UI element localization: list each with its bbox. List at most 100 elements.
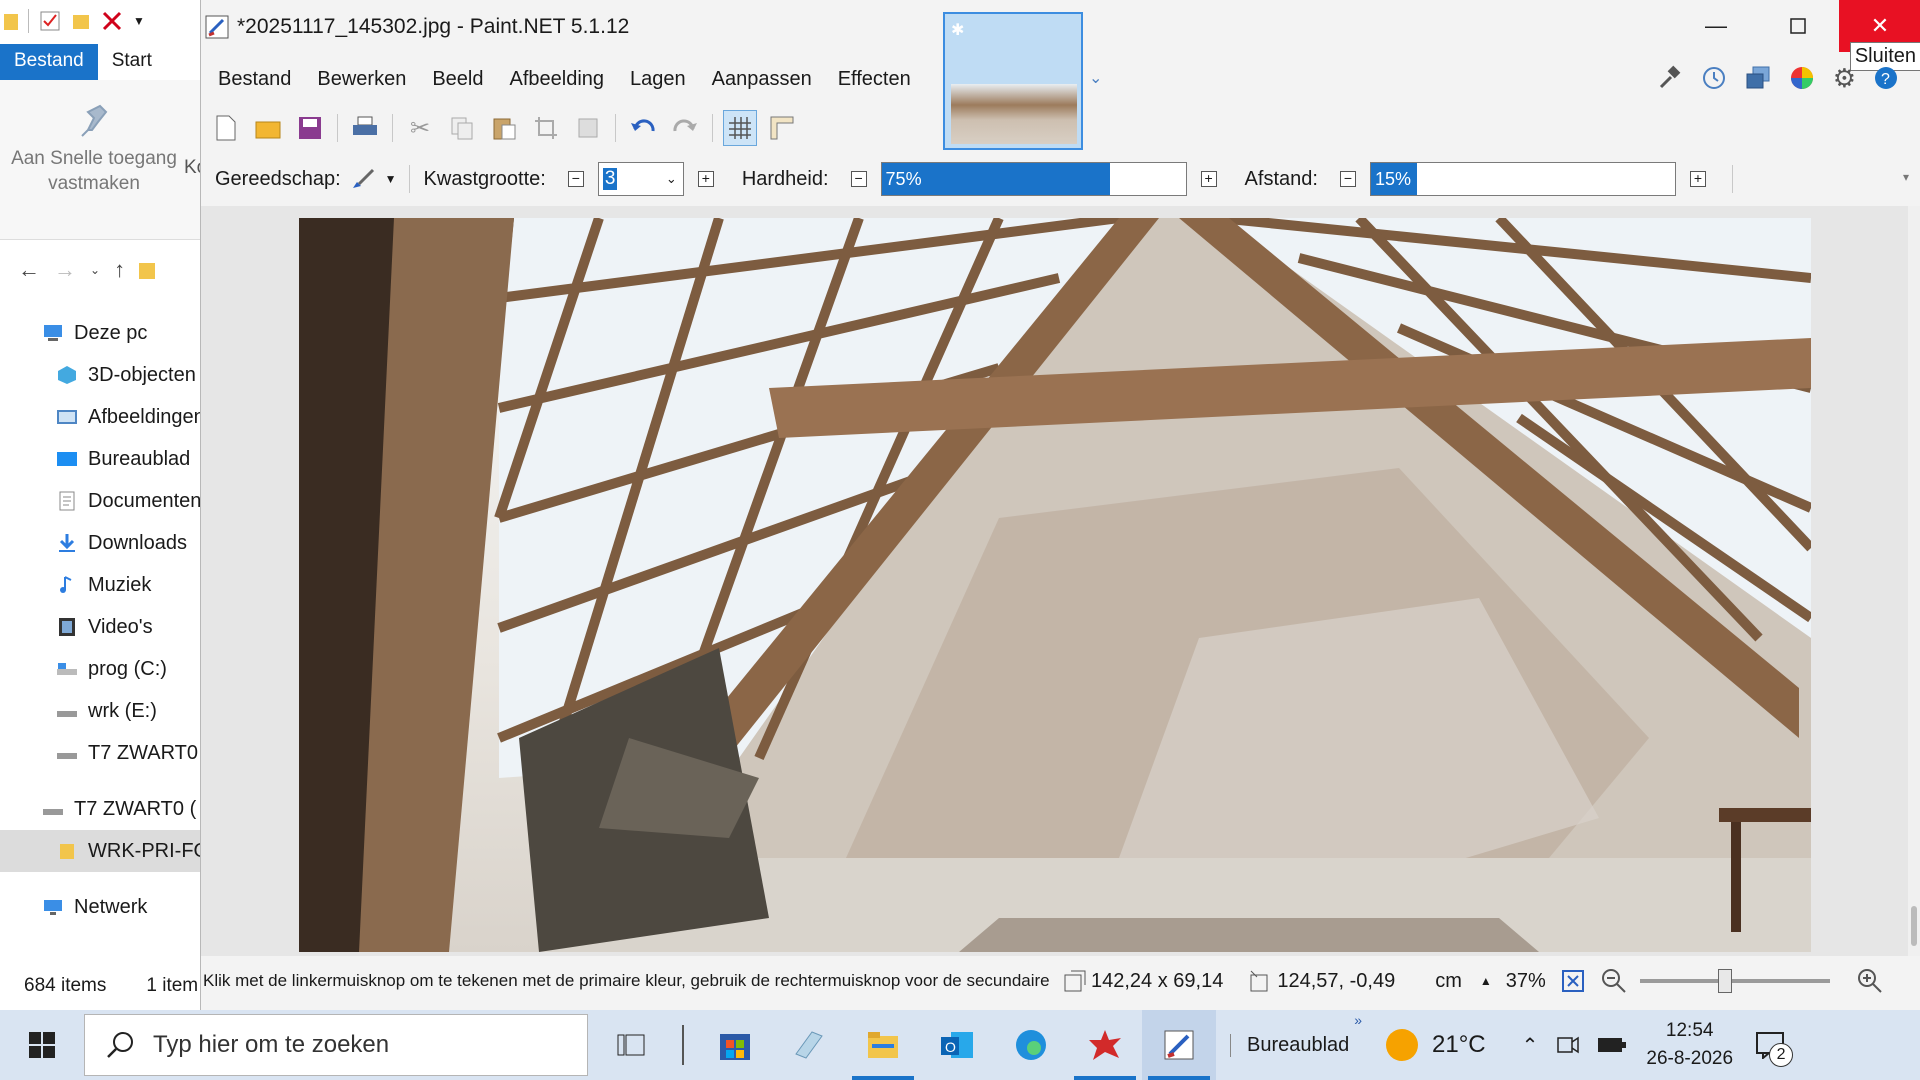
pin-to-quick-access-button[interactable]: Aan Snelle toegang vastmaken <box>0 100 188 196</box>
clock[interactable]: 12:54 26-8-2026 <box>1646 1017 1733 1073</box>
new-image-button[interactable] <box>209 110 243 146</box>
desktop-toolbar[interactable]: Bureaublad » <box>1230 1012 1372 1057</box>
tree-item-videos[interactable]: Video's <box>0 606 200 648</box>
layers-icon[interactable] <box>1745 65 1771 91</box>
taskbar-app-store[interactable] <box>698 1010 772 1080</box>
crop-button[interactable] <box>529 110 563 146</box>
menu-aanpassen[interactable]: Aanpassen <box>699 58 825 100</box>
battery-icon[interactable] <box>1596 1034 1628 1056</box>
hardness-decrease-button[interactable]: − <box>850 171 867 187</box>
brush-size-decrease-button[interactable]: − <box>567 171 584 187</box>
menu-lagen[interactable]: Lagen <box>617 58 699 100</box>
tree-item-downloads[interactable]: Downloads <box>0 522 200 564</box>
canvas-area[interactable] <box>201 206 1909 956</box>
tree-item-wrk-e[interactable]: wrk (E:) <box>0 690 200 732</box>
back-icon[interactable]: ← <box>18 257 40 283</box>
open-folder-icon <box>254 116 282 140</box>
pixel-grid-toggle[interactable] <box>723 110 757 146</box>
help-icon[interactable]: ? <box>1874 66 1898 90</box>
tree-item-t7-zwart0[interactable]: T7 ZWART0 <box>0 732 200 774</box>
tree-item-prog-c[interactable]: prog (C:) <box>0 648 200 690</box>
save-button[interactable] <box>293 110 327 146</box>
chevron-down-icon: ▼ <box>384 172 397 186</box>
paste-button[interactable] <box>487 110 521 146</box>
taskbar-app-outlook[interactable]: O <box>920 1010 994 1080</box>
image-list-chevron-icon[interactable]: ⌄ <box>1089 68 1102 88</box>
tree-item-netwerk[interactable]: Netwerk <box>0 886 200 928</box>
up-icon[interactable]: ↑ <box>114 257 125 283</box>
menu-afbeelding[interactable]: Afbeelding <box>496 58 617 100</box>
paintnet-app-icon[interactable] <box>205 15 229 39</box>
properties-icon[interactable] <box>39 10 61 32</box>
spacing-slider[interactable]: 15% <box>1369 162 1676 196</box>
tree-item-muziek[interactable]: Muziek <box>0 564 200 606</box>
tree-item-deze-pc[interactable]: Deze pc <box>0 312 200 354</box>
spacing-decrease-button[interactable]: − <box>1339 171 1356 187</box>
zoom-slider-knob[interactable] <box>1717 969 1732 993</box>
canvas-image[interactable] <box>299 218 1811 952</box>
redo-button[interactable] <box>668 110 702 146</box>
spacing-increase-button[interactable]: + <box>1689 171 1706 187</box>
recent-chevron-icon[interactable]: ⌄ <box>90 263 100 277</box>
print-button[interactable] <box>348 110 382 146</box>
taskbar-search-box[interactable]: Typ hier om te zoeken <box>84 1014 588 1076</box>
zoom-out-button[interactable] <box>1600 967 1628 995</box>
brush-size-combo[interactable]: 3 ⌄ <box>597 162 684 196</box>
tree-item-documenten[interactable]: Documenten <box>0 480 200 522</box>
copy-button[interactable] <box>445 110 479 146</box>
unit-selector[interactable]: cm ▲ <box>1435 970 1492 993</box>
file-explorer-window: ▼ Bestand Start Aan Snelle toegang vastm… <box>0 0 207 1010</box>
meet-now-icon[interactable] <box>1554 1032 1580 1058</box>
rulers-toggle[interactable] <box>765 110 799 146</box>
vertical-scrollbar[interactable] <box>1908 206 1920 956</box>
tree-item-3d-objecten[interactable]: 3D-objecten <box>0 354 200 396</box>
taskbar-app-red[interactable] <box>1068 1010 1142 1080</box>
chevron-up-icon[interactable]: ⌃ <box>1522 1033 1539 1058</box>
menu-effecten[interactable]: Effecten <box>825 58 924 100</box>
notification-center-button[interactable]: 2 <box>1755 1031 1794 1067</box>
maximize-button[interactable] <box>1757 0 1839 52</box>
tree-item-wrk-pri-fo[interactable]: WRK-PRI-FO <box>0 830 200 872</box>
tree-item-bureaublad[interactable]: Bureaublad <box>0 438 200 480</box>
chevron-down-icon[interactable]: ▼ <box>133 14 145 28</box>
scrollbar-thumb[interactable] <box>1911 906 1917 946</box>
zoom-slider[interactable] <box>1639 969 1830 993</box>
toolbar-expand-icon[interactable]: » <box>1354 1012 1362 1028</box>
taskbar-app-notes[interactable] <box>772 1010 846 1080</box>
zoom-in-button[interactable] <box>1856 967 1884 995</box>
hardness-increase-button[interactable]: + <box>1200 171 1217 187</box>
new-folder-icon[interactable] <box>71 10 91 32</box>
start-button[interactable] <box>0 1010 84 1080</box>
taskbar-app-file-explorer[interactable] <box>846 1010 920 1080</box>
task-view-button[interactable] <box>594 1010 668 1080</box>
menu-bewerken[interactable]: Bewerken <box>304 58 419 100</box>
tree-item-t7-zwart0-drive[interactable]: T7 ZWART0 ( <box>0 788 200 830</box>
folder-icon[interactable] <box>4 10 18 32</box>
taskbar-app-edge[interactable] <box>994 1010 1068 1080</box>
tab-bestand[interactable]: Bestand <box>0 44 98 80</box>
image-tab-thumbnail[interactable]: ✱ <box>943 12 1083 150</box>
open-button[interactable] <box>251 110 285 146</box>
menu-bestand[interactable]: Bestand <box>205 58 304 100</box>
tree-item-afbeeldingen[interactable]: Afbeeldingen <box>0 396 200 438</box>
tab-start[interactable]: Start <box>98 44 166 80</box>
forward-icon[interactable]: → <box>54 257 76 283</box>
save-icon <box>297 115 323 141</box>
deselect-button[interactable] <box>571 110 605 146</box>
history-icon[interactable] <box>1701 65 1727 91</box>
options-overflow-icon[interactable]: ▾ <box>1903 170 1909 184</box>
taskbar-app-paintnet[interactable] <box>1142 1010 1216 1080</box>
minimize-button[interactable]: — <box>1675 0 1757 52</box>
menu-beeld[interactable]: Beeld <box>419 58 496 100</box>
hardness-slider[interactable]: 75% <box>880 162 1187 196</box>
settings-gear-icon[interactable]: ⚙ <box>1833 63 1856 94</box>
weather-widget[interactable]: 21°C <box>1384 1027 1486 1063</box>
colors-icon[interactable] <box>1789 65 1815 91</box>
brush-size-increase-button[interactable]: + <box>697 171 714 187</box>
tools-hammer-icon[interactable] <box>1657 65 1683 91</box>
undo-button[interactable] <box>626 110 660 146</box>
cut-button[interactable]: ✂ <box>403 110 437 146</box>
delete-icon[interactable] <box>101 10 123 32</box>
zoom-to-window-button[interactable] <box>1560 968 1586 994</box>
tool-picker[interactable]: ▼ <box>349 166 397 192</box>
